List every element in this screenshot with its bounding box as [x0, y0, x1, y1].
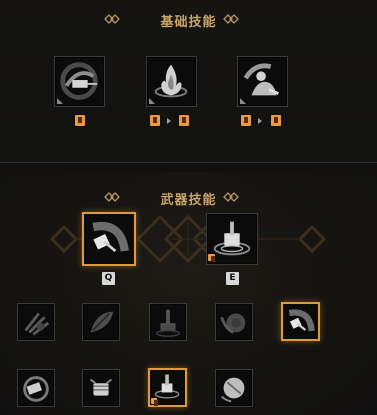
spin-shield-icon: [220, 313, 246, 334]
weapon-skill-slot-5[interactable]: [281, 302, 320, 341]
title-ornament-right: [223, 14, 239, 24]
rolling-boulder-icon: [221, 377, 245, 403]
slot-badge-icon: [151, 398, 158, 406]
weapon-skill-slot-4[interactable]: [215, 303, 253, 341]
hotkey-e: E: [226, 272, 239, 285]
hammer-drop-icon: [155, 309, 181, 337]
feather-blade-icon: [90, 311, 114, 333]
basic-skill-slot-3[interactable]: [237, 56, 288, 107]
scroll-badge-icon: [75, 115, 85, 126]
title-ornament-right: [223, 192, 239, 202]
scroll-badge-icon: [241, 115, 251, 126]
flame-burst-icon: [154, 64, 188, 98]
hammer-swing-icon: [288, 309, 315, 332]
upgrade-arrow-icon: [258, 118, 262, 124]
hammer-strike-icon: [60, 62, 98, 100]
section-divider: [0, 162, 377, 163]
weapon-skills-panel: [0, 172, 377, 415]
hammer-swing-icon: [92, 221, 129, 253]
scroll-badge-icon: [179, 115, 189, 126]
weapon-skill-slot-7[interactable]: [82, 369, 120, 407]
shield-bash-icon: [23, 376, 49, 402]
upgrade-arrow-icon: [167, 118, 171, 124]
weapon-skill-slot-2[interactable]: [82, 303, 120, 341]
basic-skill-slot-1[interactable]: [54, 56, 105, 107]
equipped-skill-e[interactable]: [206, 213, 258, 265]
weapon-skill-slot-9[interactable]: [215, 369, 253, 407]
weapon-skill-slot-1[interactable]: [17, 303, 55, 341]
weapon-skills-title: 武器技能: [160, 193, 217, 208]
slot-badge-icon: [208, 254, 215, 262]
weapon-skill-slot-6[interactable]: [17, 369, 55, 407]
fist-punch-icon: [89, 378, 113, 396]
basic-skill-slot-2[interactable]: [146, 56, 197, 107]
beast-slam-icon: [243, 63, 279, 96]
scroll-badge-icon: [271, 115, 281, 126]
claw-slash-icon: [24, 312, 50, 336]
equipped-skill-q[interactable]: [82, 212, 136, 266]
scroll-badge-icon: [150, 115, 160, 126]
weapon-skill-slot-3[interactable]: [149, 303, 187, 341]
weapon-skill-slot-8[interactable]: [148, 368, 187, 407]
basic-skills-title: 基础技能: [160, 15, 217, 30]
hotkey-q: Q: [102, 272, 115, 285]
